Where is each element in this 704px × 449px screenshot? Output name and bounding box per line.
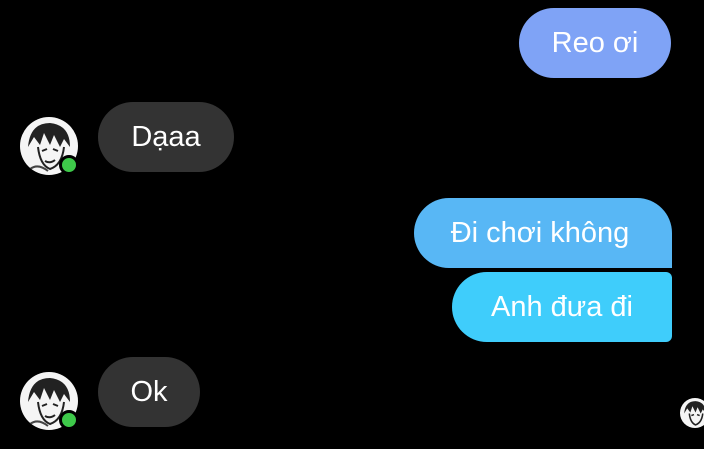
message-text: Reo ơi xyxy=(551,27,639,59)
seen-avatar-icon xyxy=(680,398,704,428)
received-message-bubble[interactable]: Dạaa xyxy=(98,102,234,172)
message-text: Đi chơi không xyxy=(450,217,630,249)
online-status-icon xyxy=(59,410,79,430)
message-text: Anh đưa đi xyxy=(491,291,633,323)
sent-message-bubble[interactable]: Reo ơi xyxy=(519,8,671,78)
sent-message-bubble[interactable]: Đi chơi không xyxy=(414,198,672,268)
received-message-bubble[interactable]: Ok xyxy=(98,357,200,427)
manga-character-avatar-icon xyxy=(684,401,704,426)
sent-message-bubble[interactable]: Anh đưa đi xyxy=(452,272,672,342)
online-status-icon xyxy=(59,155,79,175)
message-text: Ok xyxy=(130,376,168,408)
message-text: Dạaa xyxy=(131,121,201,153)
